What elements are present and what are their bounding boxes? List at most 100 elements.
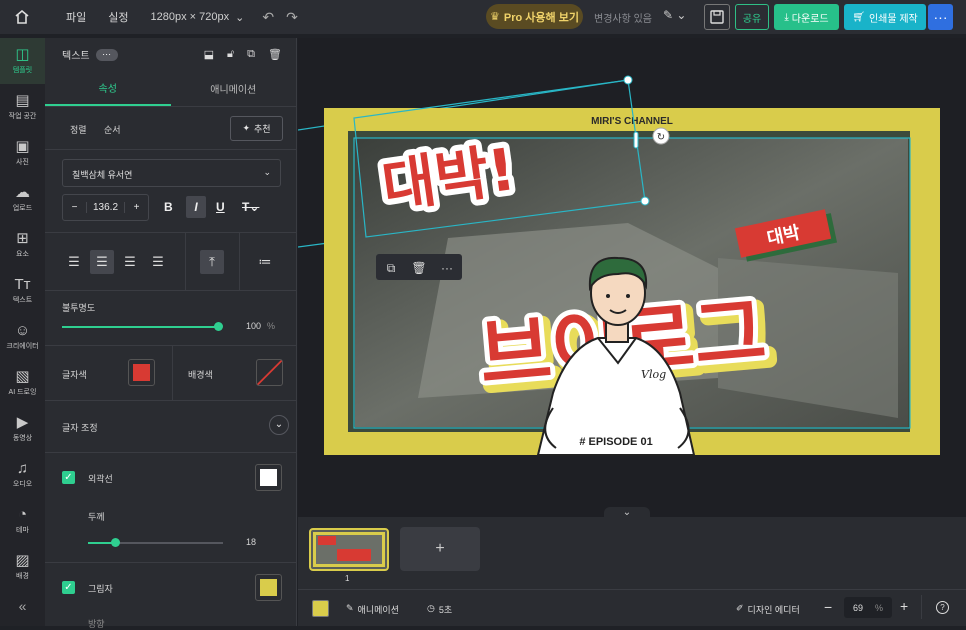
lock-icon[interactable]: 🔓︎	[227, 48, 234, 61]
save-icon	[710, 10, 724, 24]
align-tab[interactable]: 정렬	[70, 123, 87, 136]
paint-icon[interactable]: ⬓	[204, 48, 214, 61]
nav-upload[interactable]: ☁ 업로드	[0, 176, 45, 222]
outline-checkbox[interactable]: ✓	[62, 471, 75, 484]
opacity-row: 불투명도 100 %	[45, 291, 296, 346]
print-order-button[interactable]: 🛒︎ 인쇄물 제작	[844, 4, 926, 30]
nav-photo[interactable]: ▣ 사진	[0, 130, 45, 176]
minus-icon[interactable]: −	[63, 202, 87, 213]
trash-icon: 🗑︎	[411, 261, 426, 275]
animation-label: 애니메이션	[357, 605, 399, 615]
pro-trial-button[interactable]: ♛ Pro 사용해 보기	[486, 4, 583, 29]
nav-template[interactable]: ◫ 템플릿	[0, 38, 45, 84]
clock-icon: ◷	[427, 603, 435, 613]
canvas-size-select[interactable]: 1280px × 720px ⌄	[151, 11, 245, 24]
opacity-slider[interactable]	[62, 326, 218, 328]
text-adjust-row[interactable]: 글자 조정 ⌄	[45, 401, 296, 453]
panel-more-icon[interactable]: ···	[95, 48, 118, 61]
strikethrough-icon[interactable]: T⌄	[242, 200, 259, 214]
thickness-slider-knob[interactable]	[111, 538, 120, 547]
collapse-nav-icon[interactable]: «	[0, 598, 45, 614]
nav-label: 사진	[16, 159, 29, 166]
text-properties-panel: 텍스트 ··· ⬓ 🔓︎ ⧉ 🗑︎ 속성 애니메이션 정렬 순서 ✦ 추천 칠백삼…	[45, 38, 297, 629]
align-right-icon[interactable]: ☰	[118, 250, 142, 274]
page-thumbnail[interactable]	[309, 528, 389, 571]
plus-icon[interactable]: +	[124, 202, 148, 213]
italic-icon[interactable]: I	[186, 196, 206, 218]
font-size-stepper[interactable]: − 136.2 +	[62, 194, 149, 221]
video-icon: ▶	[16, 414, 29, 431]
alignment-row: ☰ ☰ ☰ ☰ ⤒ ≔	[45, 233, 296, 291]
workspace-icon: ▤	[15, 92, 30, 109]
font-family-select[interactable]: 칠백삼체 유서연 ⌄	[62, 159, 281, 187]
vertical-align-top-icon[interactable]: ⤒	[200, 250, 224, 274]
nav-background[interactable]: ▨ 배경	[0, 544, 45, 590]
opacity-value[interactable]: 100	[246, 321, 261, 331]
font-size-value[interactable]: 136.2	[87, 202, 124, 213]
creator-icon: ☺	[14, 322, 31, 339]
nav-video[interactable]: ▶ 동영상	[0, 406, 45, 452]
opacity-slider-knob[interactable]	[214, 322, 223, 331]
duplicate-icon[interactable]: ⧉	[247, 48, 255, 61]
side-nav: ◫ 템플릿 ▤ 작업 공간 ▣ 사진 ☁ 업로드 ⊞ 요소 Tт 텍스트 ☺ 크리에이터 ▧ A…	[0, 38, 45, 626]
design-canvas[interactable]: MIRI'S CHANNEL 대박! 대박! ↻ ⧉ 🗑︎ ··· 대박 브이로…	[298, 38, 966, 517]
opacity-label: 불투명도	[62, 303, 96, 313]
tab-animation[interactable]: 애니메이션	[171, 71, 297, 106]
outline-color-swatch[interactable]	[255, 464, 282, 491]
zoom-input[interactable]: 69%	[844, 597, 892, 618]
tab-properties[interactable]: 속성	[45, 71, 171, 106]
nav-elements[interactable]: ⊞ 요소	[0, 222, 45, 268]
nav-label: 동영상	[12, 435, 33, 442]
nav-theme[interactable]: ◔ 테마	[0, 498, 45, 544]
settings-menu[interactable]: 실정	[108, 9, 128, 25]
nav-label: 오디오	[12, 481, 33, 488]
chevron-down-icon[interactable]: ⌄	[269, 415, 289, 435]
list-icon[interactable]: ≔	[253, 250, 277, 274]
bold-icon[interactable]: B	[164, 200, 173, 214]
align-order-row: 정렬 순서 ✦ 추천	[45, 107, 296, 150]
share-button[interactable]: 공유	[735, 4, 769, 30]
nav-workspace[interactable]: ▤ 작업 공간	[0, 84, 45, 130]
help-icon[interactable]: ?	[936, 601, 949, 614]
undo-icon[interactable]: ↶	[262, 9, 274, 26]
recommend-button[interactable]: ✦ 추천	[230, 116, 283, 141]
save-button[interactable]	[704, 4, 730, 30]
align-center-icon[interactable]: ☰	[90, 250, 114, 274]
zoom-in-icon[interactable]: +	[900, 598, 908, 614]
thickness-slider-rest	[115, 542, 223, 544]
nav-label: AI 드로잉	[8, 389, 37, 396]
thickness-value[interactable]: 18	[246, 537, 256, 547]
more-options-button[interactable]: ···	[928, 4, 953, 30]
zoom-unit: %	[875, 602, 884, 613]
redo-icon[interactable]: ↷	[286, 9, 298, 26]
duration-button[interactable]: ◷ 5초	[427, 603, 452, 616]
more-icon: ···	[441, 261, 453, 275]
pen-icon[interactable]: ✎ ⌄	[663, 8, 686, 22]
shadow-color-swatch[interactable]	[255, 574, 282, 601]
nav-text[interactable]: Tт 텍스트	[0, 268, 45, 314]
design-editor-button[interactable]: ✐ 디자인 에디터	[736, 603, 800, 616]
background-color-swatch[interactable]	[312, 600, 329, 617]
animation-button[interactable]: ✎ 애니메이션	[346, 603, 399, 616]
photo-icon: ▣	[15, 138, 30, 155]
underline-icon[interactable]: U	[216, 200, 225, 214]
zoom-out-icon[interactable]: −	[824, 599, 832, 615]
nav-ai-drawing[interactable]: ▧ AI 드로잉	[0, 360, 45, 406]
text-color-swatch[interactable]	[128, 359, 155, 386]
order-tab[interactable]: 순서	[104, 123, 121, 136]
trash-icon[interactable]: 🗑︎	[268, 48, 282, 61]
shadow-checkbox[interactable]: ✓	[62, 581, 75, 594]
add-page-button[interactable]: +	[400, 527, 480, 571]
nav-audio[interactable]: ♫ 오디오	[0, 452, 45, 498]
download-button[interactable]: ⤓ 다운로드	[774, 4, 839, 30]
canvas-workspace[interactable]: MIRI'S CHANNEL 대박! 대박! ↻ ⧉ 🗑︎ ··· 대박 브이로…	[298, 38, 966, 517]
channel-text: MIRI'S CHANNEL	[591, 116, 673, 127]
nav-creator[interactable]: ☺ 크리에이터	[0, 314, 45, 360]
home-icon[interactable]	[0, 0, 44, 34]
nav-label: 텍스트	[12, 297, 33, 304]
bg-color-swatch[interactable]	[256, 359, 283, 386]
outline-label: 외곽선	[88, 474, 113, 484]
align-justify-icon[interactable]: ☰	[146, 250, 170, 274]
file-menu[interactable]: 파일	[66, 9, 86, 25]
align-left-icon[interactable]: ☰	[62, 250, 86, 274]
